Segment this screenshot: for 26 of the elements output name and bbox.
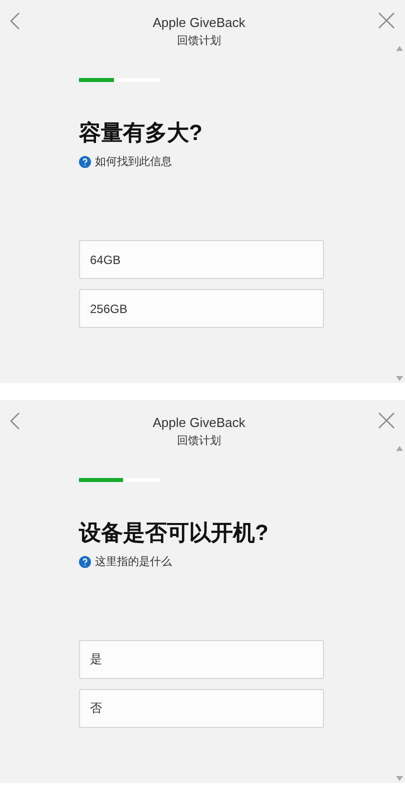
scroll-up-icon[interactable] [396,446,403,451]
app-title: Apple GiveBack [152,415,246,431]
option-button[interactable]: 是 [79,640,324,679]
back-button[interactable] [10,12,20,30]
option-button[interactable]: 否 [79,689,324,728]
option-button[interactable]: 64GB [79,240,324,279]
back-icon [10,12,20,30]
close-icon [378,412,395,429]
app-title: Apple GiveBack [152,15,246,31]
close-button[interactable] [378,412,395,429]
app-subtitle: 回馈计划 [177,34,221,48]
back-icon [10,412,20,430]
scroll-up-icon[interactable] [396,46,403,51]
scroll-down-icon[interactable] [396,776,403,781]
scroll-down-icon[interactable] [396,376,403,381]
help-icon [79,556,91,568]
help-link[interactable]: 这里指的是什么 [79,554,405,569]
option-button[interactable]: 256GB [79,289,324,328]
close-button[interactable] [378,12,395,29]
help-link[interactable]: 如何找到此信息 [79,154,405,169]
help-icon [79,156,91,168]
app-subtitle: 回馈计划 [177,434,221,448]
question-heading: 设备是否可以开机? [79,519,270,547]
question-heading: 容量有多大? [79,119,204,147]
close-icon [378,12,395,29]
back-button[interactable] [10,412,20,430]
